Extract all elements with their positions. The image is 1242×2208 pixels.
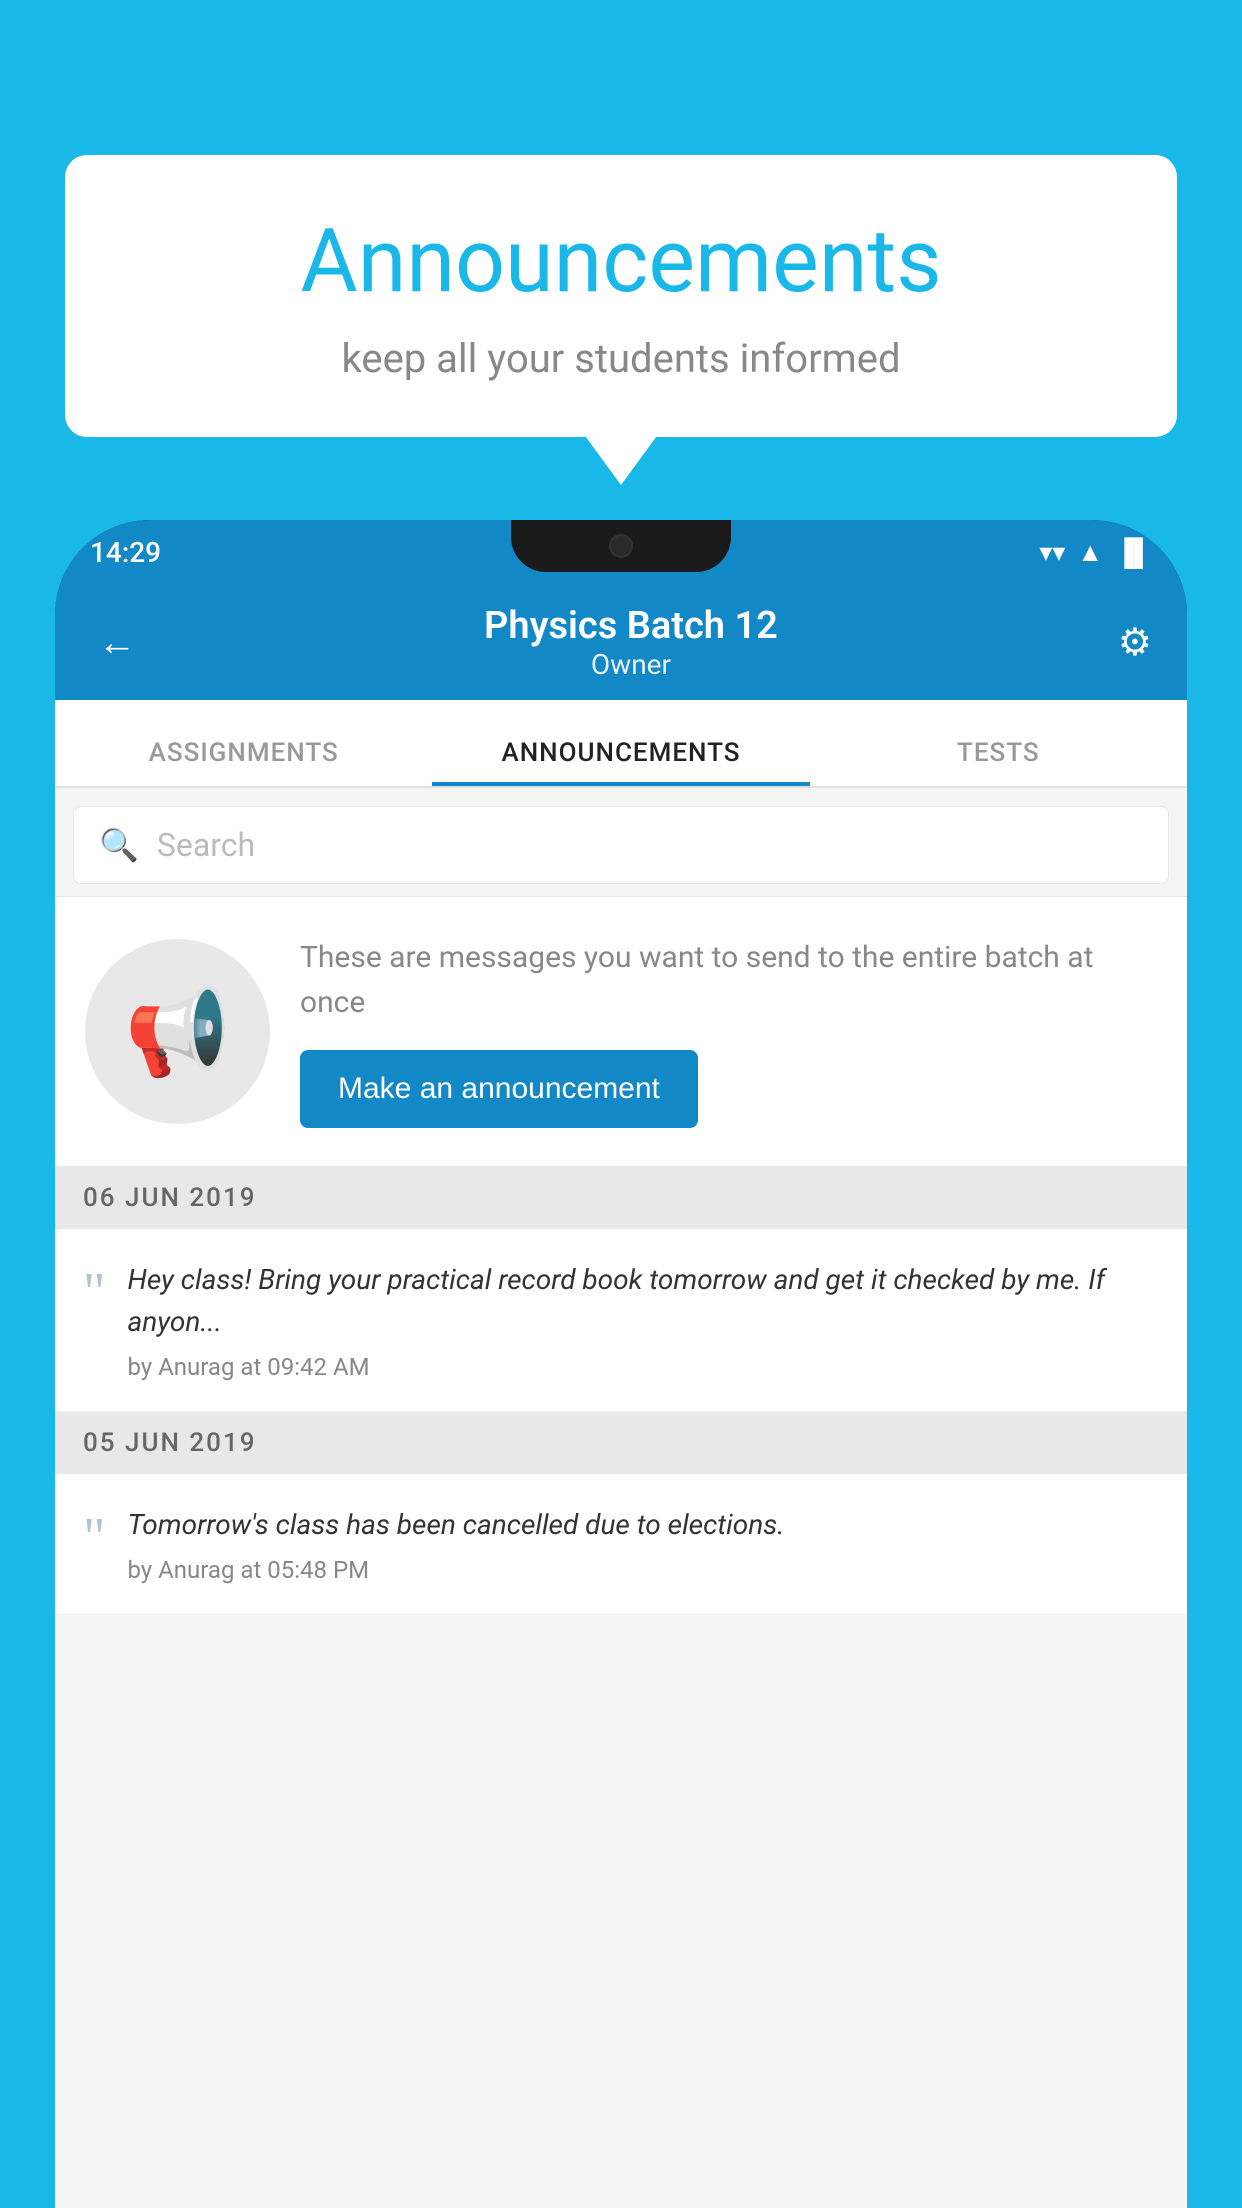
search-icon: 🔍 [99,826,139,864]
megaphone-icon: 📢 [125,982,231,1082]
announcement-item-2[interactable]: " Tomorrow's class has been cancelled du… [55,1474,1187,1615]
header-subtitle: Owner [144,648,1118,681]
make-announcement-button[interactable]: Make an announcement [300,1050,698,1128]
speech-bubble: Announcements keep all your students inf… [65,155,1177,437]
phone-camera [609,534,633,558]
phone-notch [511,520,731,572]
announcement-author-1: by Anurag at 09:42 AM [127,1353,1159,1381]
battery-icon: ▐▌ [1115,537,1152,568]
status-time: 14:29 [90,536,161,569]
announcement-message-2: Tomorrow's class has been cancelled due … [127,1504,1159,1546]
settings-button[interactable]: ⚙ [1118,620,1152,665]
announcement-author-2: by Anurag at 05:48 PM [127,1556,1159,1584]
date-divider-june6: 06 JUN 2019 [55,1167,1187,1229]
quote-icon-1: " [83,1264,105,1319]
tabs-container: ASSIGNMENTS ANNOUNCEMENTS TESTS [55,700,1187,788]
wifi-icon: ▾▾ [1039,538,1065,568]
tab-assignments[interactable]: ASSIGNMENTS [55,738,432,786]
promo-description: These are messages you want to send to t… [300,935,1157,1025]
announcement-text-2: Tomorrow's class has been cancelled due … [127,1504,1159,1584]
tab-tests[interactable]: TESTS [810,738,1187,786]
announcement-text-1: Hey class! Bring your practical record b… [127,1259,1159,1381]
speech-bubble-subtitle: keep all your students informed [125,335,1117,382]
promo-icon-circle: 📢 [85,939,270,1124]
announcement-message-1: Hey class! Bring your practical record b… [127,1259,1159,1343]
app-header: ← Physics Batch 12 Owner ⚙ [55,585,1187,700]
signal-icon: ▲ [1077,537,1103,568]
promo-area: 📢 These are messages you want to send to… [55,896,1187,1167]
status-icons: ▾▾ ▲ ▐▌ [1039,537,1152,568]
date-divider-june5: 05 JUN 2019 [55,1412,1187,1474]
screen-content: 🔍 Search 📢 These are messages you want t… [55,788,1187,2208]
speech-bubble-container: Announcements keep all your students inf… [65,155,1177,437]
quote-icon-2: " [83,1509,105,1564]
announcement-item-1[interactable]: " Hey class! Bring your practical record… [55,1229,1187,1412]
phone-frame: 14:29 ▾▾ ▲ ▐▌ ← Physics Batch 12 Owner ⚙… [55,520,1187,2208]
promo-text-area: These are messages you want to send to t… [300,935,1157,1128]
tab-announcements[interactable]: ANNOUNCEMENTS [432,738,809,786]
header-title: Physics Batch 12 [144,604,1118,648]
header-title-container: Physics Batch 12 Owner [144,604,1118,681]
search-bar[interactable]: 🔍 Search [73,806,1169,884]
back-button[interactable]: ← [90,613,144,673]
speech-bubble-title: Announcements [125,210,1117,313]
search-placeholder: Search [157,826,255,864]
